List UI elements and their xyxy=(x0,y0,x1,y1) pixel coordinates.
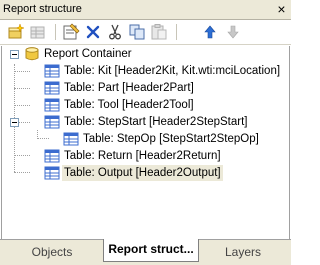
tree-item-label: Table: Return [Header2Return] xyxy=(64,150,221,162)
tree-item-label: Table: Part [Header2Part] xyxy=(64,82,194,94)
panel-title: Report structure xyxy=(3,3,82,15)
container-icon xyxy=(24,47,40,61)
add-table-icon[interactable] xyxy=(29,23,47,41)
toolbar xyxy=(0,20,291,45)
delete-icon[interactable] xyxy=(84,23,102,41)
table-icon xyxy=(44,115,60,129)
tab-objects[interactable]: Objects xyxy=(2,242,102,262)
table-icon xyxy=(44,98,60,112)
tab-report-structure[interactable]: Report struct... xyxy=(103,239,199,262)
move-down-icon[interactable] xyxy=(224,23,242,41)
add-container-icon[interactable] xyxy=(7,23,25,41)
tree-item-label: Table: Output [Header2Output] xyxy=(62,165,223,181)
tree-item-label: Table: Tool [Header2Tool] xyxy=(64,99,194,111)
table-icon xyxy=(44,149,60,163)
table-icon xyxy=(44,64,60,78)
tab-layers[interactable]: Layers xyxy=(198,242,288,262)
properties-icon[interactable] xyxy=(62,23,80,41)
paste-icon[interactable] xyxy=(150,23,168,41)
cut-icon[interactable] xyxy=(106,23,124,41)
root-collapse-toggle[interactable] xyxy=(10,50,19,59)
table-icon xyxy=(44,166,60,180)
table-icon xyxy=(44,81,60,95)
copy-icon[interactable] xyxy=(128,23,146,41)
tree-root-label: Report Container xyxy=(44,48,132,60)
panel-titlebar: Report structure × xyxy=(0,0,291,20)
close-icon[interactable]: × xyxy=(274,2,289,17)
bottom-tab-strip: Objects Report struct... Layers xyxy=(0,239,291,265)
tree-item-label: Table: Kit [Header2Kit, Kit.wti:mciLocat… xyxy=(64,65,281,77)
tree-item-label: Table: StepStart [Header2StepStart] xyxy=(64,116,248,128)
stepstart-collapse-toggle[interactable] xyxy=(10,118,19,127)
report-structure-tree: Report Container Table: Kit [Header2Kit,… xyxy=(1,46,290,239)
table-icon xyxy=(63,132,79,146)
tree-item-label: Table: StepOp [StepStart2StepOp] xyxy=(83,133,259,145)
move-up-icon[interactable] xyxy=(201,23,219,41)
